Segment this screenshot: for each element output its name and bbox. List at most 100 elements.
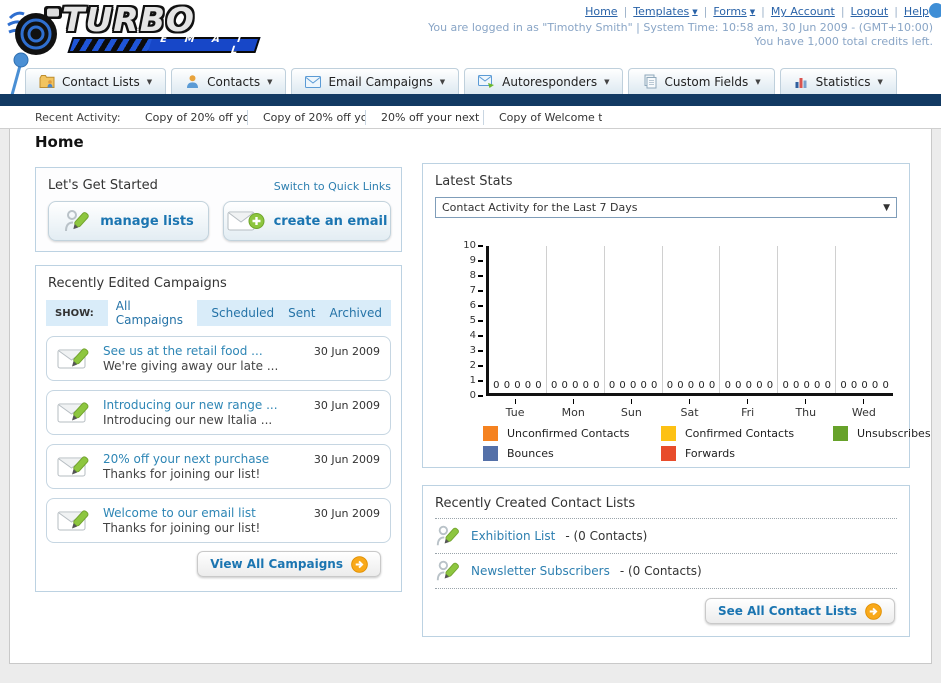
contact-list-detail: - (0 Contacts) [565,529,648,543]
legend-swatch [661,446,676,461]
campaign-link[interactable]: Welcome to our email list [103,506,260,520]
data-value-label: 0 [572,380,579,391]
envelope-pencil-icon [57,510,89,531]
campaign-date: 30 Jun 2009 [313,453,380,466]
campaign-row[interactable]: 20% off your next purchase Thanks for jo… [46,444,391,489]
chart-legend: Unconfirmed Contacts Confirmed Contacts … [483,426,931,461]
data-value-label: 0 [782,380,789,391]
campaign-date: 30 Jun 2009 [313,507,380,520]
data-value-label: 0 [698,380,705,391]
tab-email-campaigns[interactable]: Email Campaigns ▼ [291,68,460,94]
y-tick-label: 8 [459,271,483,281]
campaign-list: See us at the retail food ... We're givi… [46,336,391,543]
data-value-label: 0 [766,380,774,391]
envelope-pencil-icon [57,402,89,423]
get-started-title: Let's Get Started [48,178,158,193]
recent-activity-item[interactable]: Copy of 20% off yc [130,109,248,125]
envelope-pencil-icon [57,456,89,477]
get-started-panel: Let's Get Started Switch to Quick Links … [35,167,402,252]
data-value-label: 0 [871,380,879,391]
nav-link-logout[interactable]: Logout [851,5,889,18]
chart-group: 00000 [836,246,893,393]
stats-period-select[interactable]: Contact Activity for the Last 7 Days ▼ [435,197,897,218]
show-label: SHOW: [55,307,94,319]
latest-stats-panel: Latest Stats Contact Activity for the La… [422,163,931,468]
view-all-campaigns-button[interactable]: View All Campaigns [197,551,381,577]
filter-sent[interactable]: Sent [288,306,315,320]
chart-y-axis: 10 9 8 7 6 5 4 3 2 1 0 [459,241,483,401]
data-value-label: 0 [708,380,716,391]
x-tick-label: Mon [544,399,602,419]
contact-list-link[interactable]: Newsletter Subscribers [471,564,610,578]
nav-link-help[interactable]: Help [904,5,929,18]
chevron-down-icon: ▼ [877,77,883,86]
arrow-right-circle-icon [351,555,368,573]
manage-lists-button[interactable]: manage lists [48,201,209,241]
nav-link-templates[interactable]: Templates ▼ [633,5,697,18]
tab-custom-fields[interactable]: Custom Fields ▼ [628,68,775,94]
navy-divider-bar [0,94,941,106]
logo-stripes [70,39,152,51]
nav-link-home[interactable]: Home [585,5,617,18]
campaign-row[interactable]: Welcome to our email list Thanks for joi… [46,498,391,543]
campaign-link[interactable]: 20% off your next purchase [103,452,269,466]
data-value-label: 0 [593,380,600,391]
y-tick-label: 1 [459,376,483,386]
logo-subtitle: E M A I L [158,34,250,56]
person-pencil-icon [436,560,459,581]
contact-list-link[interactable]: Exhibition List [471,529,555,543]
recent-activity-item[interactable]: Copy of Welcome to [484,110,602,125]
nav-link-my-account[interactable]: My Account [771,5,835,18]
campaign-row[interactable]: Introducing our new range ... Introducin… [46,390,391,435]
campaigns-title: Recently Edited Campaigns [48,276,227,291]
recent-activity-item[interactable]: Copy of 20% off yc [248,109,366,125]
tab-autoresponders[interactable]: Autoresponders ▼ [464,68,624,94]
x-tick-label: Sat [660,399,718,419]
recent-activity-item[interactable]: 20% off your next p [366,109,484,125]
y-tick-label: 9 [459,256,483,266]
nav-link-forms[interactable]: Forms ▼ [713,5,755,18]
help-status-dot-icon [929,3,941,18]
data-value-label: 0 [493,380,500,391]
x-tick-label: Thu [777,399,835,419]
contact-lists-title: Recently Created Contact Lists [435,496,636,511]
tab-contacts[interactable]: Contacts ▼ [171,68,287,94]
contact-list-row[interactable]: Newsletter Subscribers - (0 Contacts) [435,553,897,589]
chevron-down-icon: ▼ [692,7,698,16]
chart-group: 00000 [605,246,663,393]
tab-statistics[interactable]: Statistics ▼ [779,68,897,94]
bar-chart-icon [795,78,807,88]
chart-x-axis: Tue Mon Sun Sat Fri Thu Wed [486,399,893,419]
chevron-down-icon: ▼ [439,77,446,86]
x-tick-label: Sun [602,399,660,419]
campaign-link[interactable]: Introducing our new range ... [103,398,278,412]
campaign-row[interactable]: See us at the retail food ... We're givi… [46,336,391,381]
contact-list-detail: - (0 Contacts) [619,564,702,578]
y-tick-label: 2 [459,361,483,371]
login-status-text: You are logged in as "Timothy Smith" | S… [428,21,933,34]
chart-group: 00000 [720,246,779,393]
main-nav-tabs: Contact Lists ▼ Contacts ▼ Email Campaigns… [25,68,897,94]
contact-list-row[interactable]: Exhibition List - (0 Contacts) [435,518,897,553]
filter-scheduled[interactable]: Scheduled [211,306,274,320]
see-all-contact-lists-button[interactable]: See All Contact Lists [704,598,895,624]
data-value-label: 0 [861,380,868,391]
data-value-label: 0 [503,380,511,391]
filter-archived[interactable]: Archived [329,306,382,320]
create-email-button[interactable]: create an email [223,201,391,241]
campaign-subtitle: Thanks for joining our list! [103,467,261,481]
campaign-date: 30 Jun 2009 [313,399,380,412]
data-value-label: 0 [850,380,858,391]
logo-email-bar: E M A I L [67,34,261,56]
data-value-label: 0 [629,380,637,391]
campaign-link[interactable]: See us at the retail food ... [103,344,278,358]
tab-contact-lists[interactable]: Contact Lists ▼ [25,68,167,94]
campaign-date: 30 Jun 2009 [313,345,380,358]
filter-all-campaigns[interactable]: All Campaigns [107,296,198,330]
data-value-label: 0 [735,380,742,391]
campaign-subtitle: We're giving away our late ... [103,359,279,373]
arrow-right-circle-icon [865,602,882,620]
chart-group: 00000 [778,246,837,393]
envelope-arrow-icon [478,75,495,88]
switch-quick-links[interactable]: Switch to Quick Links [274,180,391,193]
